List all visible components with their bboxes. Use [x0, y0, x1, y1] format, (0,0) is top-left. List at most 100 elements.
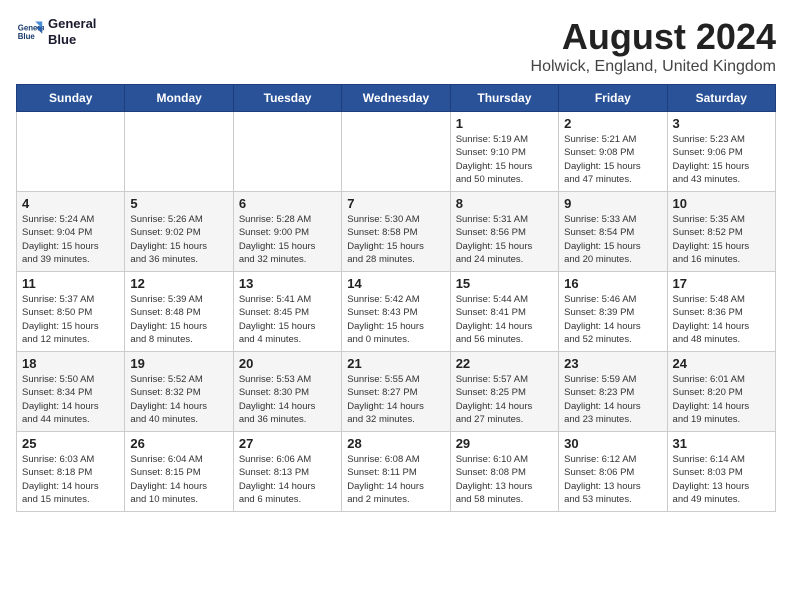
- day-number: 23: [564, 356, 661, 371]
- day-info: Sunrise: 5:46 AMSunset: 8:39 PMDaylight:…: [564, 293, 661, 346]
- day-number: 8: [456, 196, 553, 211]
- calendar-cell: 23Sunrise: 5:59 AMSunset: 8:23 PMDayligh…: [559, 352, 667, 432]
- day-number: 18: [22, 356, 119, 371]
- day-info: Sunrise: 6:10 AMSunset: 8:08 PMDaylight:…: [456, 453, 553, 506]
- calendar-cell: 26 Sunrise: 6:04 AMSunset: 8:15 PMDayligh…: [125, 432, 233, 512]
- logo-text-line1: General: [48, 16, 96, 32]
- day-number: 28: [347, 436, 444, 451]
- calendar-cell: 7 Sunrise: 5:30 AMSunset: 8:58 PMDaylight…: [342, 192, 450, 272]
- day-info: Sunrise: 6:01 AMSunset: 8:20 PMDaylight:…: [673, 373, 770, 426]
- svg-text:Blue: Blue: [18, 32, 36, 41]
- calendar-cell: 17 Sunrise: 5:48 AMSunset: 8:36 PMDayligh…: [667, 272, 775, 352]
- day-info: Sunrise: 5:42 AMSunset: 8:43 PMDaylight:…: [347, 293, 444, 346]
- calendar-cell: 6 Sunrise: 5:28 AMSunset: 9:00 PMDaylight…: [233, 192, 341, 272]
- logo-icon: General Blue: [16, 18, 44, 46]
- day-info: Sunrise: 5:21 AMSunset: 9:08 PMDaylight:…: [564, 133, 661, 186]
- week-row-5: 25 Sunrise: 6:03 AMSunset: 8:18 PMDayligh…: [17, 432, 776, 512]
- calendar-cell: 1 Sunrise: 5:19 AMSunset: 9:10 PMDaylight…: [450, 112, 558, 192]
- calendar-cell: 31Sunrise: 6:14 AMSunset: 8:03 PMDayligh…: [667, 432, 775, 512]
- day-of-week-thursday: Thursday: [450, 85, 558, 112]
- day-info: Sunrise: 5:23 AMSunset: 9:06 PMDaylight:…: [673, 133, 770, 186]
- calendar-cell: 5Sunrise: 5:26 AMSunset: 9:02 PMDaylight…: [125, 192, 233, 272]
- day-number: 31: [673, 436, 770, 451]
- day-number: 4: [22, 196, 119, 211]
- day-number: 17: [673, 276, 770, 291]
- day-info: Sunrise: 5:57 AMSunset: 8:25 PMDaylight:…: [456, 373, 553, 426]
- calendar-header: SundayMondayTuesdayWednesdayThursdayFrid…: [17, 85, 776, 112]
- day-info: Sunrise: 6:03 AMSunset: 8:18 PMDaylight:…: [22, 453, 119, 506]
- day-number: 14: [347, 276, 444, 291]
- day-number: 9: [564, 196, 661, 211]
- calendar-cell: 21 Sunrise: 5:55 AMSunset: 8:27 PMDayligh…: [342, 352, 450, 432]
- calendar-cell: 18Sunrise: 5:50 AMSunset: 8:34 PMDayligh…: [17, 352, 125, 432]
- calendar-title: August 2024: [531, 16, 776, 58]
- day-number: 2: [564, 116, 661, 131]
- day-of-week-saturday: Saturday: [667, 85, 775, 112]
- calendar-cell: 30Sunrise: 6:12 AMSunset: 8:06 PMDayligh…: [559, 432, 667, 512]
- week-row-3: 11 Sunrise: 5:37 AMSunset: 8:50 PMDayligh…: [17, 272, 776, 352]
- week-row-1: 1 Sunrise: 5:19 AMSunset: 9:10 PMDaylight…: [17, 112, 776, 192]
- day-number: 12: [130, 276, 227, 291]
- calendar-cell: 19Sunrise: 5:52 AMSunset: 8:32 PMDayligh…: [125, 352, 233, 432]
- title-block: August 2024 Holwick, England, United Kin…: [531, 16, 776, 76]
- calendar-cell: 15Sunrise: 5:44 AMSunset: 8:41 PMDayligh…: [450, 272, 558, 352]
- calendar-cell: 4 Sunrise: 5:24 AMSunset: 9:04 PMDaylight…: [17, 192, 125, 272]
- day-info: Sunrise: 5:39 AMSunset: 8:48 PMDaylight:…: [130, 293, 227, 346]
- calendar-table: SundayMondayTuesdayWednesdayThursdayFrid…: [16, 84, 776, 512]
- calendar-cell: 3 Sunrise: 5:23 AMSunset: 9:06 PMDaylight…: [667, 112, 775, 192]
- page-header: General Blue General Blue August 2024 Ho…: [16, 16, 776, 76]
- day-info: Sunrise: 6:06 AMSunset: 8:13 PMDaylight:…: [239, 453, 336, 506]
- calendar-cell: 14 Sunrise: 5:42 AMSunset: 8:43 PMDayligh…: [342, 272, 450, 352]
- calendar-cell: 16 Sunrise: 5:46 AMSunset: 8:39 PMDayligh…: [559, 272, 667, 352]
- day-number: 20: [239, 356, 336, 371]
- day-number: 24: [673, 356, 770, 371]
- calendar-cell: 11 Sunrise: 5:37 AMSunset: 8:50 PMDayligh…: [17, 272, 125, 352]
- day-info: Sunrise: 5:30 AMSunset: 8:58 PMDaylight:…: [347, 213, 444, 266]
- day-number: 29: [456, 436, 553, 451]
- day-of-week-friday: Friday: [559, 85, 667, 112]
- day-number: 15: [456, 276, 553, 291]
- day-number: 11: [22, 276, 119, 291]
- day-info: Sunrise: 6:04 AMSunset: 8:15 PMDaylight:…: [130, 453, 227, 506]
- day-number: 6: [239, 196, 336, 211]
- calendar-cell: 24 Sunrise: 6:01 AMSunset: 8:20 PMDayligh…: [667, 352, 775, 432]
- week-row-2: 4 Sunrise: 5:24 AMSunset: 9:04 PMDaylight…: [17, 192, 776, 272]
- calendar-cell: [17, 112, 125, 192]
- logo-text-line2: Blue: [48, 32, 96, 48]
- day-info: Sunrise: 5:19 AMSunset: 9:10 PMDaylight:…: [456, 133, 553, 186]
- day-of-week-sunday: Sunday: [17, 85, 125, 112]
- day-info: Sunrise: 5:37 AMSunset: 8:50 PMDaylight:…: [22, 293, 119, 346]
- calendar-cell: 13Sunrise: 5:41 AMSunset: 8:45 PMDayligh…: [233, 272, 341, 352]
- day-number: 21: [347, 356, 444, 371]
- day-number: 16: [564, 276, 661, 291]
- day-info: Sunrise: 5:55 AMSunset: 8:27 PMDaylight:…: [347, 373, 444, 426]
- day-number: 1: [456, 116, 553, 131]
- day-info: Sunrise: 5:31 AMSunset: 8:56 PMDaylight:…: [456, 213, 553, 266]
- day-info: Sunrise: 5:35 AMSunset: 8:52 PMDaylight:…: [673, 213, 770, 266]
- day-number: 30: [564, 436, 661, 451]
- day-number: 7: [347, 196, 444, 211]
- day-number: 10: [673, 196, 770, 211]
- day-number: 3: [673, 116, 770, 131]
- day-info: Sunrise: 5:53 AMSunset: 8:30 PMDaylight:…: [239, 373, 336, 426]
- day-info: Sunrise: 5:48 AMSunset: 8:36 PMDaylight:…: [673, 293, 770, 346]
- day-number: 13: [239, 276, 336, 291]
- day-number: 26: [130, 436, 227, 451]
- day-info: Sunrise: 5:26 AMSunset: 9:02 PMDaylight:…: [130, 213, 227, 266]
- calendar-cell: 25 Sunrise: 6:03 AMSunset: 8:18 PMDayligh…: [17, 432, 125, 512]
- calendar-cell: 10 Sunrise: 5:35 AMSunset: 8:52 PMDayligh…: [667, 192, 775, 272]
- day-info: Sunrise: 5:28 AMSunset: 9:00 PMDaylight:…: [239, 213, 336, 266]
- day-info: Sunrise: 5:52 AMSunset: 8:32 PMDaylight:…: [130, 373, 227, 426]
- calendar-body: 1 Sunrise: 5:19 AMSunset: 9:10 PMDaylight…: [17, 112, 776, 512]
- week-row-4: 18Sunrise: 5:50 AMSunset: 8:34 PMDayligh…: [17, 352, 776, 432]
- day-info: Sunrise: 5:24 AMSunset: 9:04 PMDaylight:…: [22, 213, 119, 266]
- days-of-week-row: SundayMondayTuesdayWednesdayThursdayFrid…: [17, 85, 776, 112]
- calendar-cell: 27Sunrise: 6:06 AMSunset: 8:13 PMDayligh…: [233, 432, 341, 512]
- calendar-cell: [342, 112, 450, 192]
- day-info: Sunrise: 6:08 AMSunset: 8:11 PMDaylight:…: [347, 453, 444, 506]
- day-number: 25: [22, 436, 119, 451]
- day-of-week-tuesday: Tuesday: [233, 85, 341, 112]
- calendar-cell: 22Sunrise: 5:57 AMSunset: 8:25 PMDayligh…: [450, 352, 558, 432]
- calendar-cell: 20 Sunrise: 5:53 AMSunset: 8:30 PMDayligh…: [233, 352, 341, 432]
- calendar-subtitle: Holwick, England, United Kingdom: [531, 58, 776, 76]
